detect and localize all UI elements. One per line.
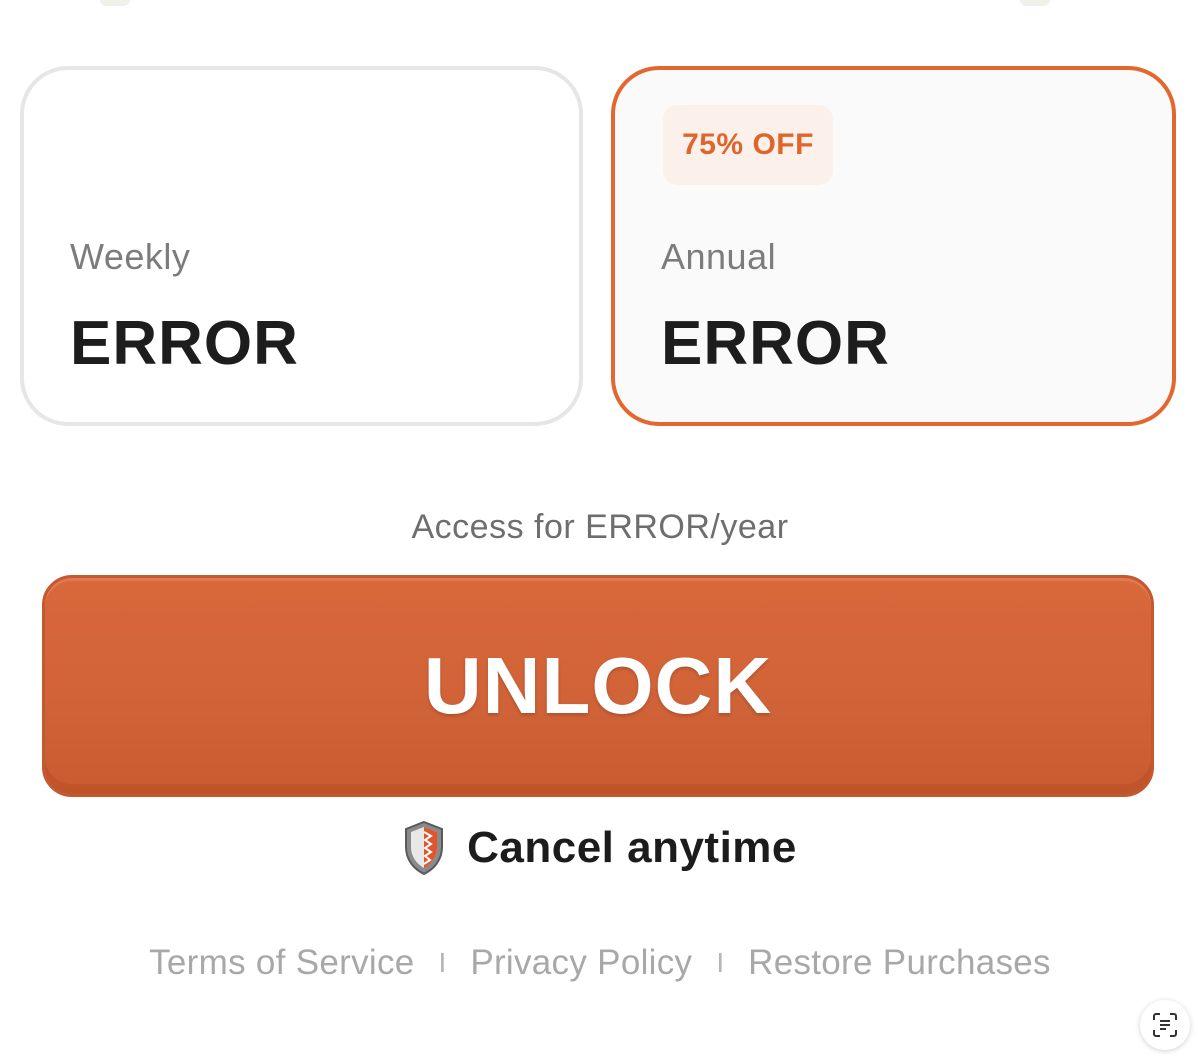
discount-badge: 75% OFF — [663, 105, 833, 185]
terms-of-service-link[interactable]: Terms of Service — [149, 943, 414, 983]
access-price-text: Access for ERROR/year — [411, 508, 789, 546]
top-edge-left — [100, 0, 130, 6]
plan-period-label: Weekly — [70, 236, 191, 277]
footer-separator: I — [716, 947, 725, 978]
plan-price: ERROR — [661, 309, 890, 378]
plan-period-label: Annual — [661, 236, 777, 277]
shield-icon — [403, 820, 445, 876]
top-edge-right — [1020, 0, 1050, 6]
footer-separator: I — [438, 947, 447, 978]
privacy-policy-link[interactable]: Privacy Policy — [470, 943, 692, 983]
cancel-anytime-row: Cancel anytime — [0, 818, 1200, 878]
unlock-button[interactable]: UNLOCK — [42, 575, 1154, 797]
unlock-button-label: UNLOCK — [423, 641, 773, 730]
restore-purchases-link[interactable]: Restore Purchases — [748, 943, 1051, 983]
plan-card-annual[interactable]: 75% OFF Annual ERROR — [611, 66, 1176, 426]
footer-links: Terms of Service I Privacy Policy I Rest… — [0, 938, 1200, 988]
plan-card-weekly[interactable]: Weekly ERROR — [20, 66, 583, 426]
plan-price: ERROR — [70, 309, 299, 378]
cancel-anytime-text: Cancel anytime — [467, 823, 797, 872]
live-text-scan-icon[interactable] — [1140, 1000, 1190, 1050]
